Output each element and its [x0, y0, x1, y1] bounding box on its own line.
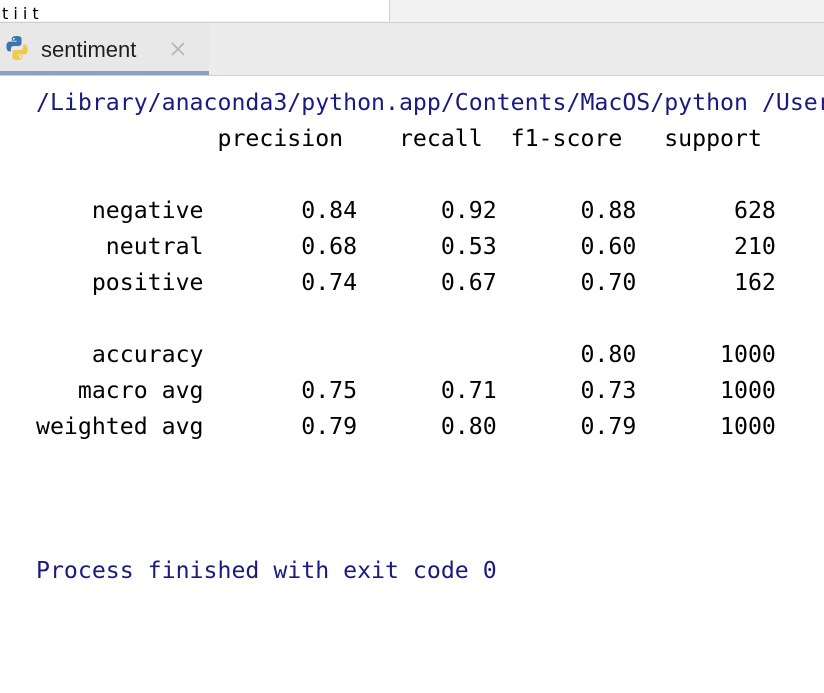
command-line: /Library/anaconda3/python.app/Contents/M…	[36, 89, 824, 116]
python-icon	[6, 36, 28, 60]
run-console[interactable]: /Library/anaconda3/python.app/Contents/M…	[0, 76, 824, 693]
close-icon[interactable]	[170, 41, 186, 57]
active-tab-indicator	[0, 71, 209, 75]
report-line: positive 0.74 0.67 0.70 162	[36, 269, 776, 296]
cut-off-text: t i i t	[2, 4, 39, 22]
exit-message: Process finished with exit code 0	[36, 557, 497, 584]
report-line: negative 0.84 0.92 0.88 628	[36, 197, 776, 224]
console-output: /Library/anaconda3/python.app/Contents/M…	[36, 85, 824, 589]
tab-sentiment[interactable]: sentiment	[0, 23, 209, 75]
report-line: macro avg 0.75 0.71 0.73 1000	[36, 377, 776, 404]
report-line: weighted avg 0.79 0.80 0.79 1000	[36, 413, 776, 440]
upper-left-pane: t i i t	[0, 0, 390, 21]
tab-label: sentiment	[41, 37, 137, 62]
top-strip: t i i t	[0, 0, 824, 23]
run-tab-bar: sentiment	[0, 23, 824, 76]
report-line: neutral 0.68 0.53 0.60 210	[36, 233, 776, 260]
report-line: accuracy 0.80 1000	[36, 341, 776, 368]
report-line: precision recall f1-score support	[36, 125, 762, 152]
